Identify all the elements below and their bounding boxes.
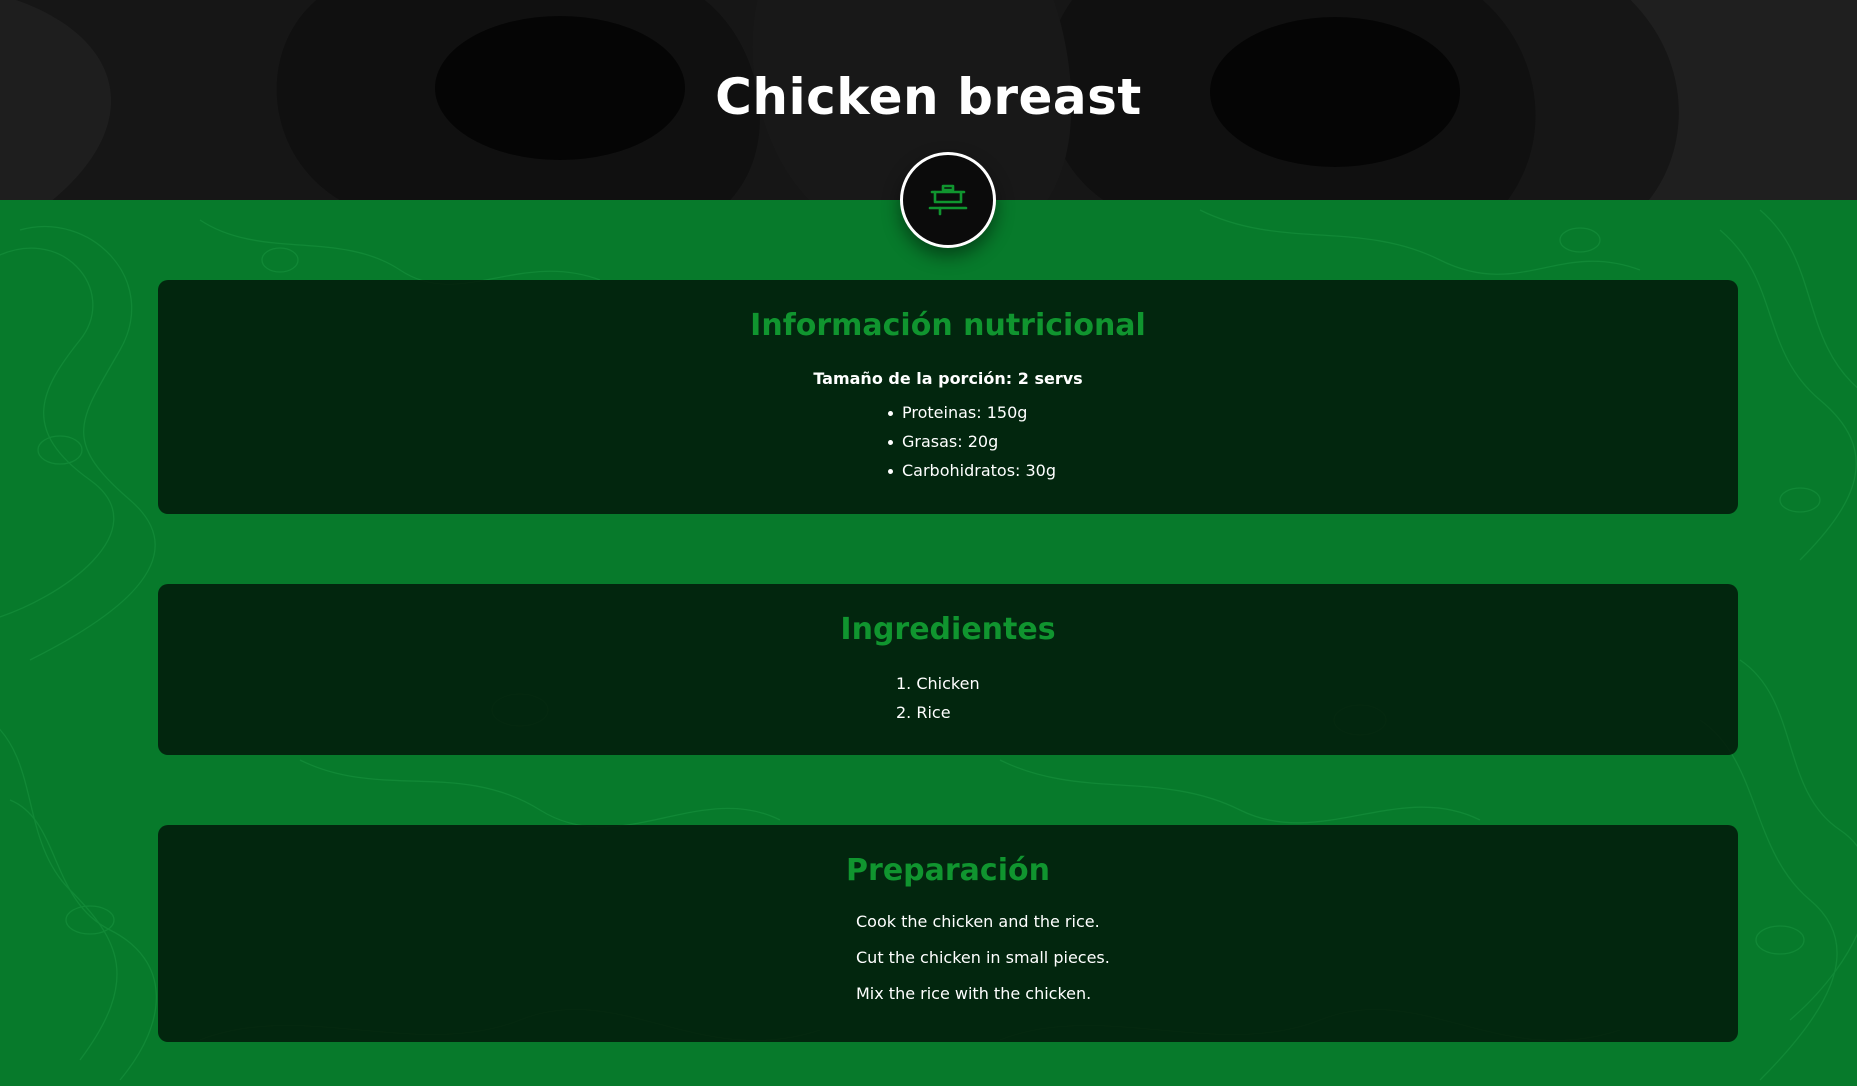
preparation-heading: Preparación (846, 853, 1050, 888)
recipe-page: Chicken breast Información nutricional T… (0, 0, 1857, 1086)
step-item: Mix the rice with the chicken. (856, 984, 1092, 1003)
recipe-badge (900, 152, 996, 248)
step-item: Cut the chicken in small pieces. (856, 948, 1110, 967)
nutrition-heading: Información nutricional (750, 308, 1146, 343)
preparation-card: Preparación Cook the chicken and the ric… (158, 825, 1738, 1042)
serving-size: Tamaño de la porción: 2 servs (813, 369, 1083, 388)
list-item: Carbohidratos: 30g (888, 456, 1088, 485)
ingredients-list: 1. Chicken 2. Rice (896, 669, 1016, 727)
ingredients-heading: Ingredientes (840, 612, 1056, 647)
cooking-pot-icon (928, 184, 968, 216)
step-item: Cook the chicken and the rice. (856, 912, 1100, 931)
list-item: 2. Rice (896, 703, 951, 722)
ingredients-card: Ingredientes 1. Chicken 2. Rice (158, 584, 1738, 755)
list-item: Proteinas: 150g (888, 398, 1088, 427)
macro-list: Proteinas: 150g Grasas: 20g Carbohidrato… (888, 398, 1088, 485)
preparation-steps: Cook the chicken and the rice. Cut the c… (856, 912, 1156, 1003)
page-title: Chicken breast (715, 68, 1142, 126)
list-item: Grasas: 20g (888, 427, 1088, 456)
nutrition-card: Información nutricional Tamaño de la por… (158, 280, 1738, 514)
list-item: 1. Chicken (896, 674, 980, 693)
